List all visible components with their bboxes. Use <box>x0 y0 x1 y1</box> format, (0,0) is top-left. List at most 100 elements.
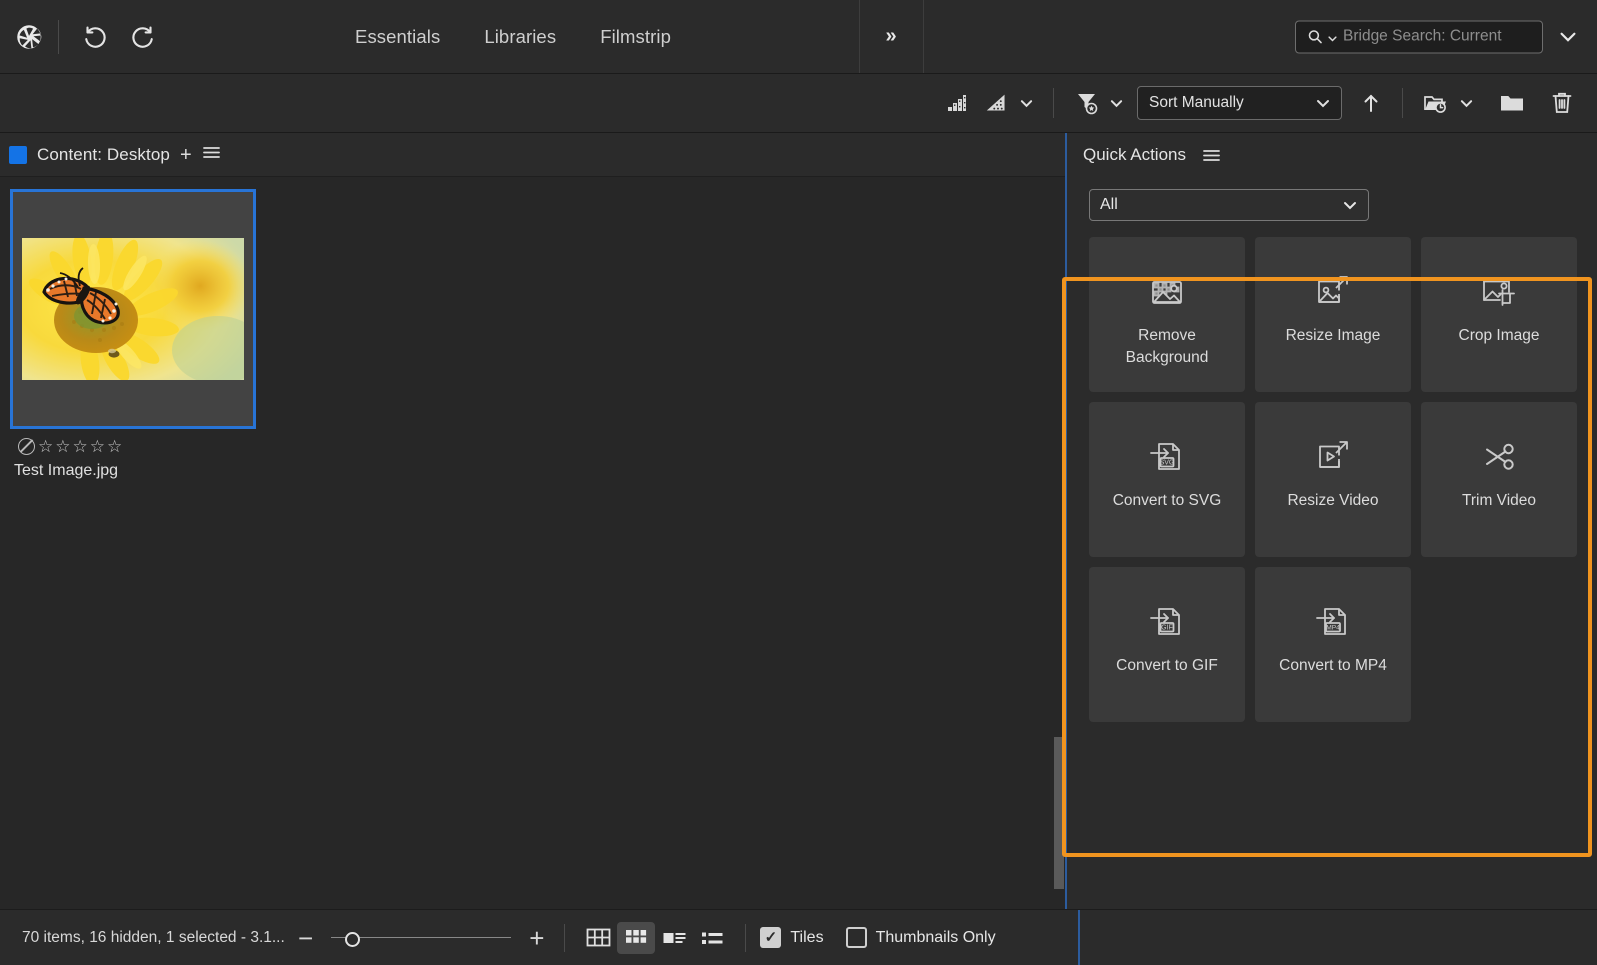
quick-action-label: Convert to SVG <box>1112 492 1222 509</box>
search-scope-chevron-down-icon[interactable] <box>1328 35 1337 44</box>
scissors-trim-icon <box>1478 430 1520 484</box>
quick-actions-grid: Remove Background Resize Image Crop Imag… <box>1067 221 1597 722</box>
content-tab-label[interactable]: Content: Desktop <box>37 145 170 165</box>
thumbnail-frame[interactable] <box>10 189 256 429</box>
svg-text:SVG: SVG <box>1160 460 1175 467</box>
quick-actions-empty-slot <box>1421 567 1577 722</box>
workspace-divider-right <box>923 0 924 73</box>
quick-action-label: Crop Image <box>1458 327 1540 344</box>
list-item[interactable]: ☆☆☆☆☆ Test Image.jpg <box>10 189 256 480</box>
quick-action-trim-video[interactable]: Trim Video <box>1421 402 1577 557</box>
quick-action-convert-to-gif[interactable]: GIF Convert to GIF <box>1089 567 1245 722</box>
quick-actions-panel: Quick Actions All Remove Background Resi… <box>1065 133 1597 909</box>
search-area: Bridge Search: Current <box>1295 20 1579 53</box>
tiles-checkbox[interactable]: ✓ Tiles <box>760 927 824 948</box>
no-entry-icon[interactable] <box>18 438 35 455</box>
workspace-libraries[interactable]: Libraries <box>462 20 578 54</box>
quick-action-label: Convert to GIF <box>1116 657 1218 674</box>
trash-can-icon[interactable] <box>1541 86 1583 120</box>
slider-knob[interactable] <box>345 931 361 947</box>
status-bar: 70 items, 16 hidden, 1 selected - 3.1...… <box>0 909 1597 965</box>
search-placeholder: Bridge Search: Current <box>1343 27 1502 45</box>
main-body: Content: Desktop + ☆☆☆☆☆ Test Image.jpg … <box>0 133 1597 909</box>
sort-value: Sort Manually <box>1149 94 1244 111</box>
toolbar-divider-2 <box>1402 88 1403 118</box>
workspace-overflow-button[interactable]: » <box>859 0 923 73</box>
thumbnails-only-checkbox[interactable]: Thumbnails Only <box>845 927 996 948</box>
quick-action-label: Resize Video <box>1287 492 1379 509</box>
quick-action-convert-to-mp4[interactable]: MP4 Convert to MP4 <box>1255 567 1411 722</box>
toolbar-divider-1 <box>1053 88 1054 118</box>
zoom-in-button[interactable]: + <box>523 925 550 951</box>
quick-actions-title: Quick Actions <box>1083 145 1186 164</box>
thumbnails-only-checkbox-box[interactable] <box>845 927 867 948</box>
sort-dropdown[interactable]: Sort Manually <box>1137 86 1342 120</box>
file-convert-mp4-icon: MP4 <box>1312 595 1354 649</box>
image-resize-icon <box>1312 265 1354 319</box>
view-grid-thumbnails[interactable] <box>617 921 656 954</box>
quick-actions-hamburger-menu-icon[interactable] <box>1202 148 1221 163</box>
zoom-out-button[interactable]: − <box>292 925 319 951</box>
quick-actions-header: Quick Actions <box>1067 133 1597 177</box>
sort-chevron-down-icon <box>1317 100 1329 108</box>
quick-action-label: Resize Image <box>1285 327 1381 344</box>
workspace-filmstrip[interactable]: Filmstrip <box>578 20 693 54</box>
quick-action-remove-background[interactable]: Remove Background <box>1089 237 1245 392</box>
filter-chevron-down-icon[interactable] <box>1102 93 1131 114</box>
rating-row[interactable]: ☆☆☆☆☆ <box>10 429 256 455</box>
quick-actions-filter-chevron-down-icon <box>1344 202 1356 210</box>
view-grid-large[interactable] <box>579 922 617 954</box>
quick-actions-filter-value: All <box>1100 196 1118 213</box>
search-input[interactable]: Bridge Search: Current <box>1295 20 1543 53</box>
redo-arrow-icon[interactable] <box>127 22 157 52</box>
quick-action-convert-to-svg[interactable]: SVG Convert to SVG <box>1089 402 1245 557</box>
content-panel: Content: Desktop + ☆☆☆☆☆ Test Image.jpg <box>0 133 1065 909</box>
svg-text:GIF: GIF <box>1161 625 1173 632</box>
image-remove-background-icon <box>1146 265 1188 319</box>
bridge-aperture-logo-icon <box>17 24 42 49</box>
workspace-essentials[interactable]: Essentials <box>333 20 462 54</box>
tiles-checkbox-box[interactable]: ✓ <box>760 927 782 948</box>
bridge-window: Essentials Libraries Filmstrip » Bridge … <box>0 0 1597 965</box>
status-text: 70 items, 16 hidden, 1 selected - 3.1... <box>22 928 285 946</box>
secondary-toolbar: Sort Manually <box>0 74 1597 133</box>
add-tab-plus-icon[interactable]: + <box>180 145 192 165</box>
content-grid: ☆☆☆☆☆ Test Image.jpg <box>0 177 1065 909</box>
quick-action-crop-image[interactable]: Crop Image <box>1421 237 1577 392</box>
tiles-checkbox-label: Tiles <box>790 928 824 946</box>
content-scrollbar[interactable] <box>1053 177 1065 909</box>
rating-stars[interactable]: ☆☆☆☆☆ <box>38 438 124 455</box>
view-list[interactable] <box>693 922 731 954</box>
rating-filter-chevron-down-icon[interactable] <box>1012 93 1041 114</box>
top-bar: Essentials Libraries Filmstrip » Bridge … <box>0 0 1597 74</box>
statusbar-divider-1 <box>564 923 566 952</box>
statusbar-divider-2 <box>745 923 747 952</box>
check-mark-icon: ✓ <box>764 929 778 946</box>
video-resize-icon <box>1312 430 1354 484</box>
quick-actions-filter-wrap: All <box>1067 177 1597 221</box>
undo-arrow-icon[interactable] <box>81 22 111 52</box>
view-details[interactable] <box>655 922 693 954</box>
content-panel-hamburger-menu-icon[interactable] <box>202 145 221 165</box>
new-folder-icon[interactable] <box>1491 87 1533 119</box>
content-scrollbar-thumb[interactable] <box>1054 737 1064 889</box>
panel-chevron-down-icon[interactable] <box>1557 26 1579 48</box>
content-panel-header: Content: Desktop + <box>0 133 1065 177</box>
history-controls <box>59 22 157 52</box>
file-convert-gif-icon: GIF <box>1146 595 1188 649</box>
rating-filter-low-icon[interactable] <box>936 87 976 119</box>
quick-action-resize-image[interactable]: Resize Image <box>1255 237 1411 392</box>
sort-ascending-arrow-icon[interactable] <box>1352 87 1390 119</box>
thumbnails-only-checkbox-label: Thumbnails Only <box>875 928 996 946</box>
recent-folders-chevron-down-icon[interactable] <box>1452 93 1481 114</box>
butterfly-sunflower-photo <box>22 238 244 380</box>
quick-actions-filter-dropdown[interactable]: All <box>1089 189 1369 221</box>
search-magnifier-icon <box>1308 29 1322 43</box>
statusbar-panel-divider <box>1078 910 1080 965</box>
quick-action-label: Convert to MP4 <box>1279 657 1387 674</box>
quick-action-resize-video[interactable]: Resize Video <box>1255 402 1411 557</box>
quick-action-label: Trim Video <box>1461 492 1537 509</box>
image-crop-icon <box>1478 265 1520 319</box>
thumbnail-size-slider[interactable] <box>331 930 512 947</box>
bridge-aperture-logo[interactable] <box>0 22 58 52</box>
